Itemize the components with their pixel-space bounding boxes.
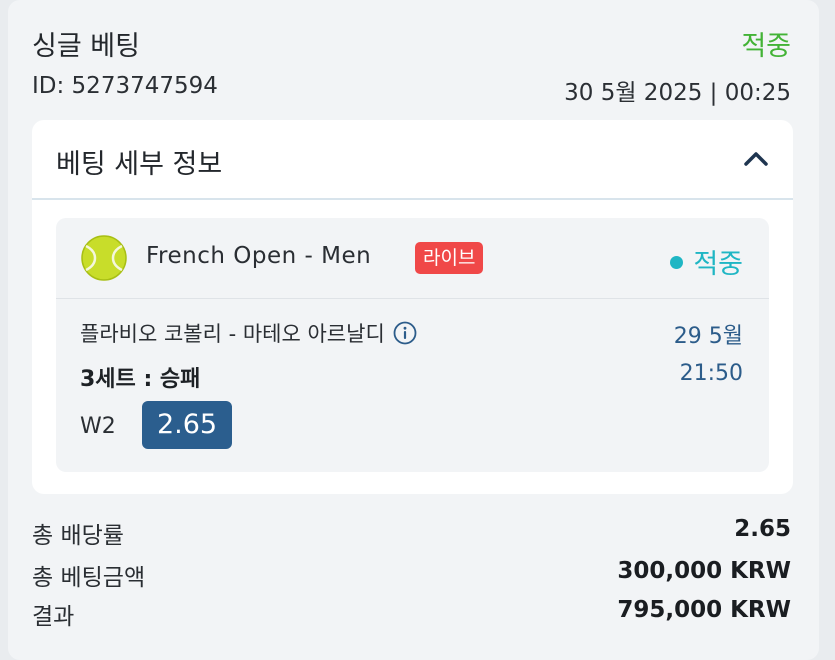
tournament-name: French Open - Men <box>146 243 372 269</box>
result-value: 795,000 KRW <box>617 597 791 623</box>
bet-status: 적중 <box>741 31 791 62</box>
event-status-label: 적중 <box>693 249 743 280</box>
total-stake-value: 300,000 KRW <box>617 558 791 584</box>
tennis-ball-icon <box>81 235 127 281</box>
event-card: French Open - Men 라이브 적중 플라비오 코볼리 - 마테오 … <box>56 218 769 472</box>
match-teams: 플라비오 코볼리 - 마테오 아르날디 <box>80 322 385 346</box>
total-odds-value: 2.65 <box>734 516 791 542</box>
status-dot-icon <box>670 256 684 269</box>
event-status: 적중 <box>670 242 743 281</box>
bet-details-panel: 베팅 세부 정보 French Open - Men 라이브 적중 플라비오 코… <box>32 120 793 494</box>
total-stake-label: 총 베팅금액 <box>32 565 146 591</box>
match-time: 21:50 <box>679 361 743 386</box>
live-badge: 라이브 <box>415 242 484 274</box>
result-label: 결과 <box>32 604 75 630</box>
match-date: 29 5월 <box>673 324 743 349</box>
bet-card: 싱글 베팅 적중 ID: 5273747594 30 5월 2025 | 00:… <box>8 0 819 660</box>
total-odds-label: 총 배당률 <box>32 523 124 549</box>
bet-type-title: 싱글 베팅 <box>32 31 140 62</box>
chevron-up-icon[interactable] <box>741 144 771 174</box>
bet-datetime: 30 5월 2025 | 00:25 <box>564 80 791 106</box>
market-name: 3세트 : 승패 <box>80 367 201 392</box>
info-icon[interactable] <box>393 321 417 345</box>
match-name: 플라비오 코볼리 - 마테오 아르날디 <box>80 318 417 348</box>
event-header: French Open - Men 라이브 적중 <box>56 218 769 299</box>
bet-details-header[interactable]: 베팅 세부 정보 <box>32 120 793 200</box>
bet-id: ID: 5273747594 <box>32 73 218 99</box>
bet-details-title: 베팅 세부 정보 <box>56 149 223 180</box>
odds-button[interactable]: 2.65 <box>142 401 232 449</box>
selection-label: W2 <box>80 414 116 439</box>
